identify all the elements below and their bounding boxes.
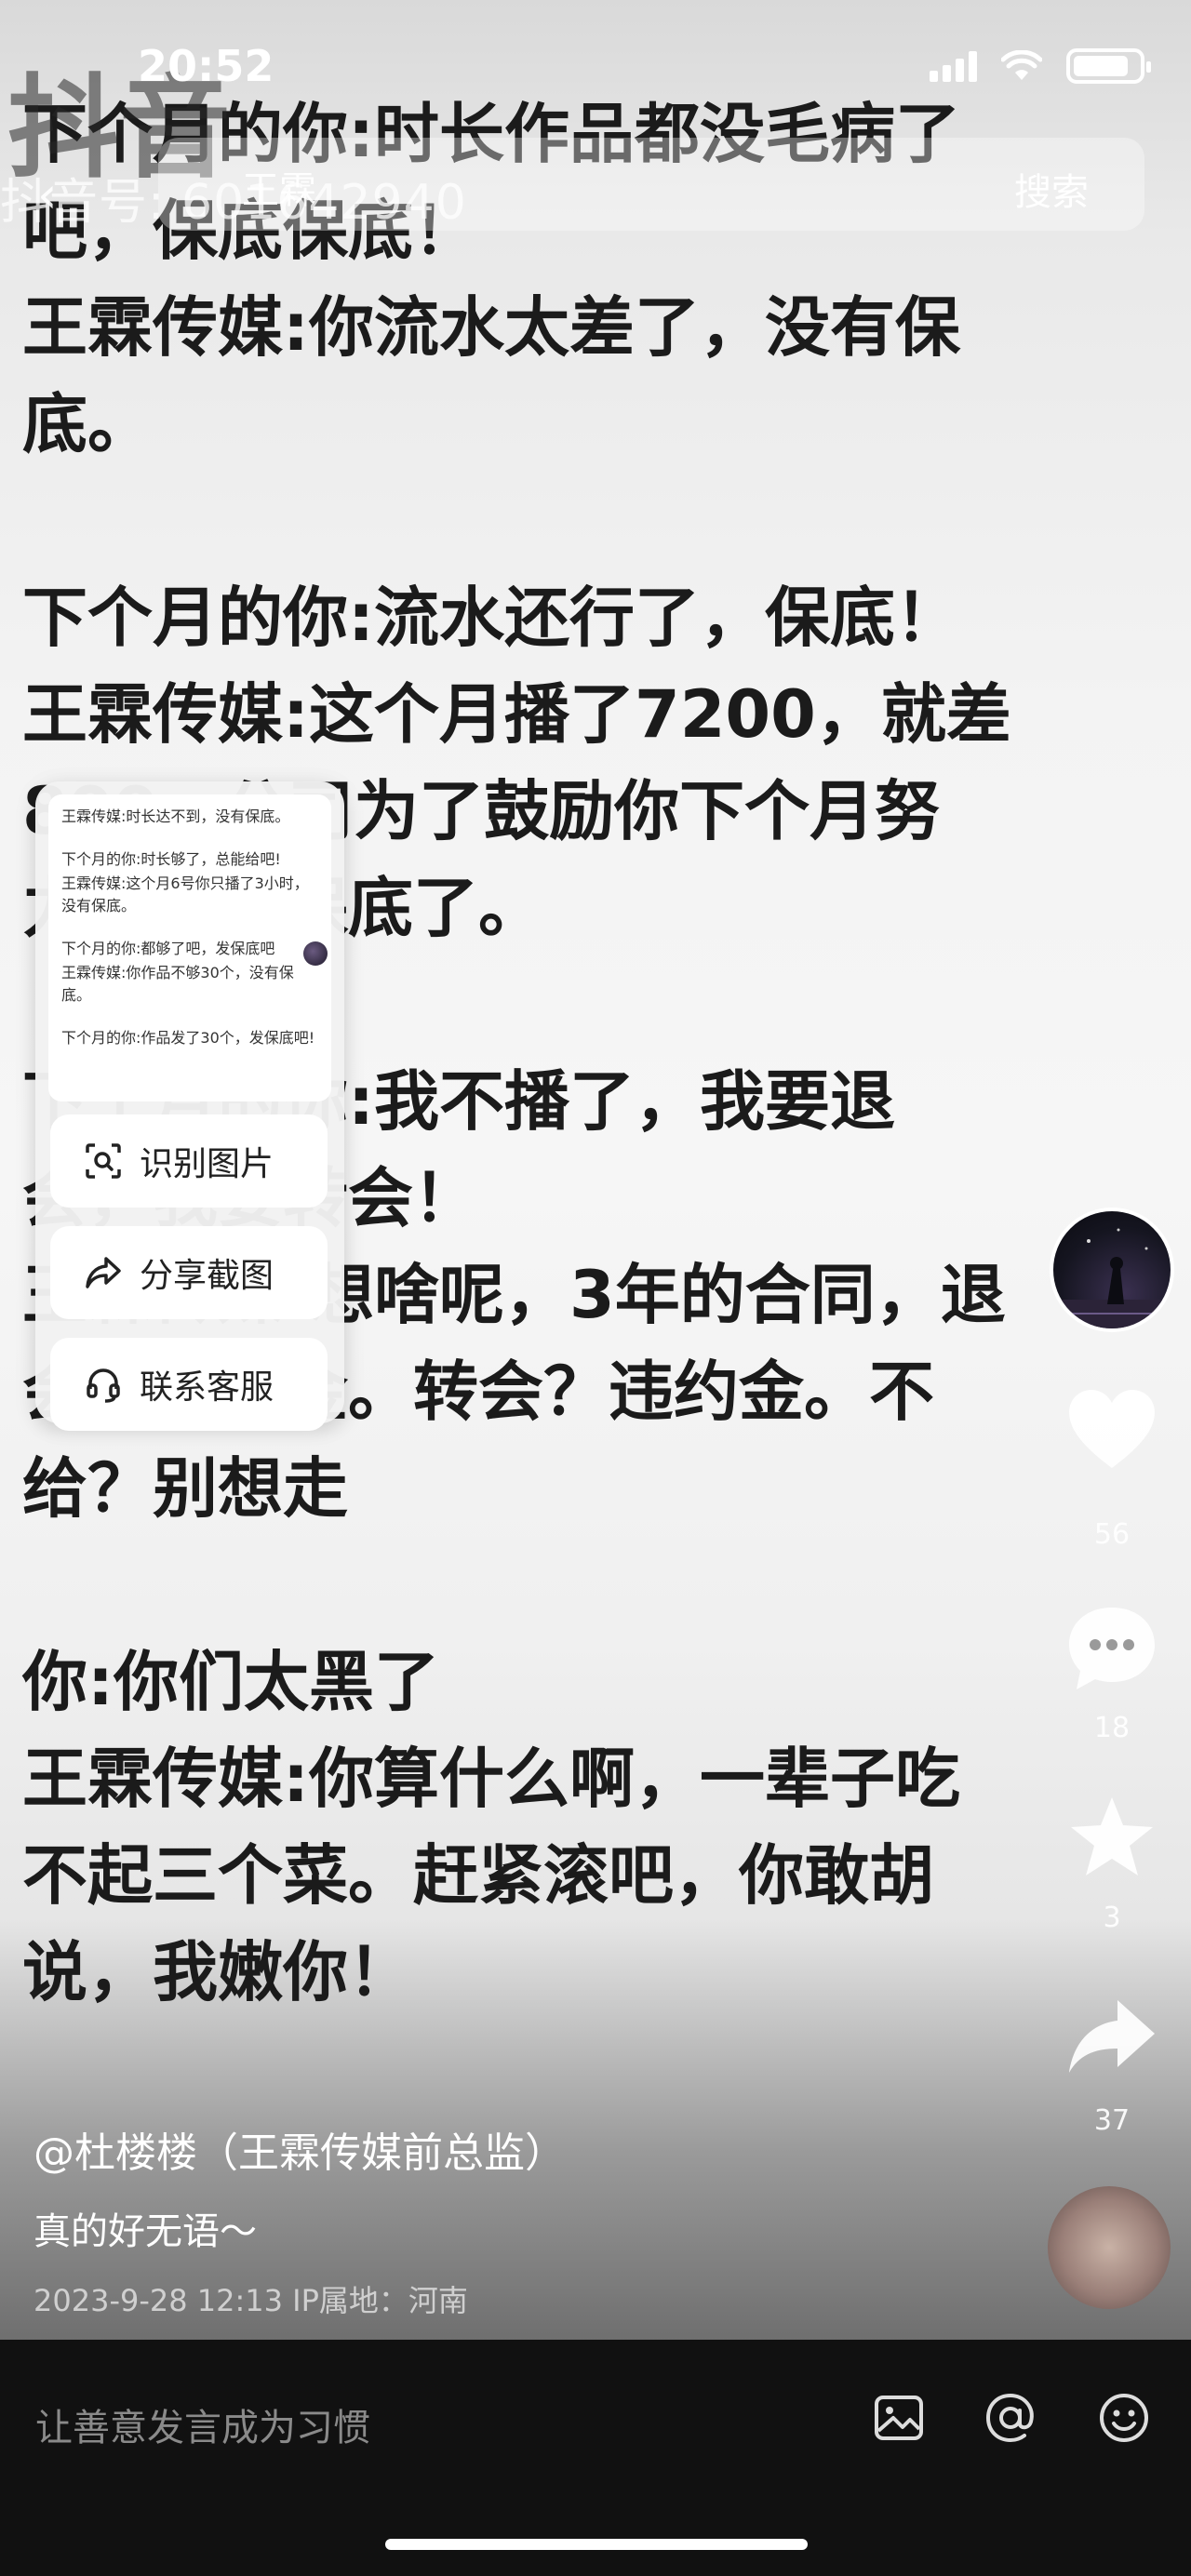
favorite-star-icon[interactable] bbox=[1064, 1792, 1160, 1885]
thumb-text-line: 王霖传媒:这个月6号你只播了3小时，没有保底。 bbox=[61, 874, 309, 914]
heart-like-icon[interactable] bbox=[1064, 1386, 1160, 1475]
emoji-icon[interactable] bbox=[1094, 2388, 1154, 2448]
text-gap bbox=[22, 1537, 1158, 1634]
video-caption: 真的好无语～ bbox=[33, 2210, 257, 2253]
author-avatar[interactable] bbox=[1050, 1208, 1174, 1332]
video-screen[interactable]: 下个月的你:时长作品都没毛病了 吧，保底保底！ 王霖传媒:你流水太差了，没有保 底。下… bbox=[0, 0, 1191, 2340]
search-query: 王霖 bbox=[242, 169, 316, 212]
post-text-line: 给？别想走 bbox=[22, 1450, 348, 1527]
share-count: 37 bbox=[1093, 2104, 1131, 2137]
author-name[interactable]: @杜楼楼（王霖传媒前总监） bbox=[33, 2119, 566, 2179]
thumb-text-line: 王霖传媒:时长达不到，没有保底。 bbox=[61, 808, 290, 825]
comment-count: 18 bbox=[1093, 1712, 1131, 1744]
thumbnail-avatar bbox=[303, 941, 328, 966]
headset-icon bbox=[87, 1368, 120, 1403]
like-count: 56 bbox=[1093, 1518, 1131, 1551]
post-text-line: 王霖传媒:你流水太差了，没有保 bbox=[22, 289, 960, 366]
thumb-gap bbox=[61, 1008, 318, 1027]
share-screenshot-button[interactable]: 分享截图 bbox=[50, 1226, 328, 1319]
status-icons bbox=[930, 48, 1151, 84]
contact-service-label: 联系客服 bbox=[140, 1368, 274, 1407]
post-text-line: 王霖传媒:你算什么啊，一辈子吃 bbox=[22, 1741, 960, 1817]
wifi-icon bbox=[1001, 50, 1042, 80]
post-text-line: 下个月的你:流水还行了，保底！ bbox=[22, 580, 960, 656]
scan-search-icon bbox=[86, 1143, 121, 1179]
thumb-text-line: 下个月的你:作品发了30个，发保底吧! bbox=[61, 1029, 315, 1047]
thumb-text-line: 王霖传媒:你作品不够30个，没有保底。 bbox=[61, 964, 294, 1004]
thumb-text-line: 下个月的你:都够了吧，发保底吧 bbox=[61, 940, 275, 957]
post-meta: 2023-9-28 12:13 IP属地：河南 bbox=[33, 2283, 468, 2318]
signal-icon bbox=[930, 50, 977, 82]
back-arrow-icon[interactable]: ‹ bbox=[37, 166, 58, 224]
status-time: 20:52 bbox=[138, 41, 274, 91]
share-screenshot-label: 分享截图 bbox=[140, 1257, 274, 1295]
identify-image-button[interactable]: 识别图片 bbox=[50, 1114, 328, 1208]
comment-bar: 让善意发言成为习惯 bbox=[0, 2340, 1191, 2576]
contact-service-button[interactable]: 联系客服 bbox=[50, 1338, 328, 1431]
thumb-text-line: 下个月的你:时长够了，总能给吧! bbox=[61, 850, 281, 868]
post-text-line: 不起三个菜。赶紧滚吧，你敢胡 bbox=[22, 1837, 934, 1914]
search-button[interactable]: 搜索 bbox=[1014, 162, 1089, 216]
post-text-line: 底。 bbox=[22, 386, 153, 462]
comment-icon[interactable] bbox=[1064, 1602, 1160, 1695]
home-indicator bbox=[385, 2539, 808, 2550]
battery-icon bbox=[1066, 48, 1151, 84]
identify-image-label: 识别图片 bbox=[140, 1145, 274, 1183]
share-arrow-icon bbox=[86, 1257, 121, 1288]
image-icon[interactable] bbox=[869, 2388, 929, 2448]
share-icon[interactable] bbox=[1064, 1991, 1160, 2084]
screenshot-thumbnail[interactable]: 王霖传媒:时长达不到，没有保底。 下个月的你:时长够了，总能给吧! 王霖传媒:这个月… bbox=[48, 794, 331, 1101]
thumb-gap bbox=[61, 919, 318, 938]
comment-input[interactable]: 让善意发言成为习惯 bbox=[35, 2397, 370, 2451]
long-press-menu: 王霖传媒:时长达不到，没有保底。 下个月的你:时长够了，总能给吧! 王霖传媒:这个月… bbox=[35, 781, 344, 1431]
post-text-line: 你:你们太黑了 bbox=[22, 1644, 439, 1720]
favorite-count: 3 bbox=[1103, 1902, 1121, 1934]
thumb-gap bbox=[61, 830, 318, 848]
text-gap bbox=[22, 473, 1158, 569]
post-text-line: 王霖传媒:这个月播了7200，就差 bbox=[22, 676, 1011, 753]
search-input[interactable]: 王霖 搜索 bbox=[158, 138, 1144, 231]
mention-at-icon[interactable] bbox=[981, 2388, 1040, 2448]
top-search-bar: 抖音 抖音号: 601642940 王霖 搜索 ‹ bbox=[0, 64, 1191, 242]
post-text-line: 说，我嫩你！ bbox=[22, 1934, 413, 2010]
music-disc[interactable] bbox=[1048, 2186, 1171, 2309]
